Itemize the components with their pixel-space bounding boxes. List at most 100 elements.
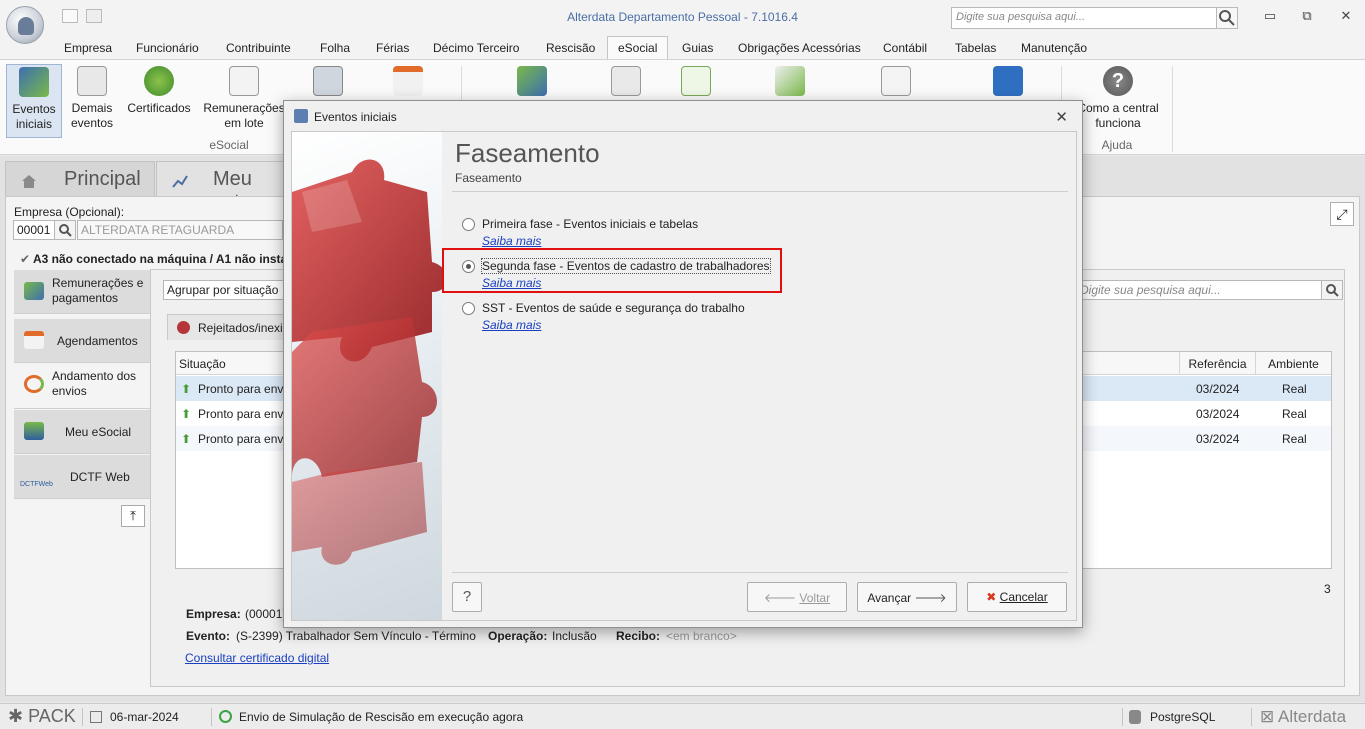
report-icon	[881, 66, 911, 96]
cancelar-button[interactable]: ✖ Cancelar	[967, 582, 1067, 612]
menu-manutencao[interactable]: Manutenção	[1021, 41, 1087, 55]
ribbon-separator	[1172, 66, 1173, 152]
subtab-rejeitados[interactable]: Rejeitados/inexi	[167, 314, 287, 340]
help-icon: ?	[1103, 66, 1133, 96]
money-document-icon	[229, 66, 259, 96]
status-separator	[82, 708, 83, 726]
money-icon	[24, 282, 44, 300]
menu-esocial[interactable]: eSocial	[607, 36, 669, 61]
certificate-warning-text: A3 não conectado na máquina / A1 não ins…	[32, 252, 291, 266]
voltar-button[interactable]: 🡐 Voltar	[747, 582, 847, 612]
row-ambiente: Real	[1282, 382, 1307, 396]
column-ambiente[interactable]: Ambiente	[1256, 352, 1331, 375]
menu-contribuinte[interactable]: Contribuinte	[226, 41, 291, 55]
radio-sst[interactable]	[462, 302, 475, 315]
expand-icon[interactable]: ⤢	[1330, 202, 1354, 226]
documents-icon	[611, 66, 641, 96]
document-icon	[77, 66, 107, 96]
saiba-mais-link[interactable]: Saiba mais	[482, 318, 541, 332]
menu-rescisao[interactable]: Rescisão	[546, 41, 595, 55]
database-icon	[1129, 710, 1141, 724]
calendar-button[interactable]	[388, 64, 428, 101]
app-menu-button[interactable]	[6, 6, 44, 44]
sidebar-item-dctf-web[interactable]: DCTFWeb DCTF Web	[14, 455, 150, 499]
sidebar-item-remuneracoes[interactable]: Remunerações e pagamentos	[14, 270, 150, 314]
status-dot-icon	[177, 321, 190, 334]
sidebar-item-meu-esocial[interactable]: Meu eSocial	[14, 410, 150, 454]
avancar-label: Avançar	[867, 591, 912, 605]
tab-meu-setor[interactable]: Meu setor	[156, 161, 284, 213]
sidebar-item-label: DCTF Web	[70, 470, 130, 484]
minimize-button[interactable]: ▭	[1260, 8, 1280, 24]
documents-button[interactable]	[606, 64, 646, 101]
global-search-button[interactable]	[1216, 7, 1238, 29]
tab-principal[interactable]: Principal	[5, 161, 155, 197]
detail-operacao-value: Inclusão	[552, 629, 597, 643]
menu-empresa[interactable]: Empresa	[64, 41, 112, 55]
saiba-mais-link[interactable]: Saiba mais	[482, 234, 541, 248]
menu-contabil[interactable]: Contábil	[883, 41, 927, 55]
dialog-body: Faseamento Faseamento Primeira fase - Ev…	[291, 131, 1077, 621]
demais-eventos-button[interactable]: Demais eventos	[66, 64, 118, 131]
verify-button[interactable]	[676, 64, 716, 101]
remuneracoes-lote-button[interactable]: Remunerações em lote	[202, 64, 286, 131]
menu-ferias[interactable]: Férias	[376, 41, 409, 55]
refresh-icon	[24, 375, 44, 393]
column-referencia[interactable]: Referência	[1180, 352, 1256, 375]
certificados-label: Certificados	[127, 101, 191, 115]
monitor-button[interactable]	[308, 64, 348, 101]
option-label: Primeira fase - Eventos iniciais e tabel…	[482, 217, 699, 231]
sidebar-item-agendamentos[interactable]: Agendamentos	[14, 319, 150, 363]
list-search-input[interactable]: Digite sua pesquisa aqui...	[1076, 280, 1322, 300]
detail-evento-value: (S-2399) Trabalhador Sem Vínculo - Térmi…	[236, 629, 476, 643]
report-button[interactable]	[876, 64, 916, 101]
sidebar-item-label: Andamento dos envios	[52, 369, 137, 398]
como-central-funciona-button[interactable]: ? Como a central funciona	[1070, 64, 1166, 131]
download-button[interactable]	[770, 64, 810, 101]
search-icon	[59, 224, 72, 237]
detail-operacao-label: Operação:	[488, 629, 548, 643]
tab-principal-label: Principal	[64, 168, 141, 190]
menu-tabelas[interactable]: Tabelas	[955, 41, 996, 55]
sidebar-item-andamento[interactable]: Andamento dos envios	[14, 363, 150, 409]
menu-folha[interactable]: Folha	[320, 41, 350, 55]
empresa-name-field: ALTERDATA RETAGUARDA	[77, 220, 283, 240]
help-button[interactable]: ?	[452, 582, 482, 612]
como-central-funciona-label: Como a central funciona	[1077, 101, 1159, 130]
menu-guias[interactable]: Guias	[682, 41, 713, 55]
certificados-button[interactable]: Certificados	[124, 64, 194, 116]
row-ambiente: Real	[1282, 407, 1307, 421]
scroll-top-button[interactable]: ⤒	[121, 505, 145, 527]
row-referencia: 03/2024	[1196, 382, 1240, 396]
calculator-button[interactable]	[988, 64, 1028, 101]
status-date: 06-mar-2024	[110, 710, 179, 724]
menu-obrigacoes[interactable]: Obrigações Acessórias	[738, 41, 861, 55]
record-count: 3	[1324, 582, 1331, 596]
empresa-search-button[interactable]	[54, 220, 76, 240]
menu-funcionario[interactable]: Funcionário	[136, 41, 199, 55]
status-separator	[1122, 708, 1123, 726]
menu-decimo-terceiro[interactable]: Décimo Terceiro	[433, 41, 519, 55]
consultar-certificado-link[interactable]: Consultar certificado digital	[185, 651, 329, 665]
global-search-input[interactable]: Digite sua pesquisa aqui...	[951, 7, 1217, 29]
detail-recibo-label: Recibo:	[616, 629, 661, 643]
dialog-close-button[interactable]: ✕	[1055, 108, 1068, 126]
empresa-code-input[interactable]: 00001	[13, 220, 55, 240]
eventos-iniciais-button[interactable]: Eventos iniciais	[6, 64, 62, 138]
payment-icon	[517, 66, 547, 96]
radio-primeira-fase[interactable]	[462, 218, 475, 231]
close-button[interactable]: ✕	[1336, 8, 1356, 24]
detail-empresa-label: Empresa:	[186, 607, 241, 621]
folha-esocial-button[interactable]	[512, 64, 552, 101]
sidebar-item-label: Agendamentos	[57, 334, 138, 348]
dialog-title: Eventos iniciais	[314, 110, 397, 124]
selection-highlight	[442, 248, 782, 293]
group-by-select[interactable]: Agrupar por situação	[163, 280, 287, 300]
list-search-button[interactable]	[1321, 280, 1343, 300]
status-circle-icon	[219, 710, 232, 723]
dialog-heading: Faseamento	[455, 138, 600, 168]
divider	[452, 191, 1068, 192]
status-bar: ✱ PACK 06-mar-2024 Envio de Simulação de…	[0, 703, 1365, 729]
avancar-button[interactable]: Avançar 🡒	[857, 582, 957, 612]
restore-button[interactable]: ⧉	[1297, 8, 1317, 24]
